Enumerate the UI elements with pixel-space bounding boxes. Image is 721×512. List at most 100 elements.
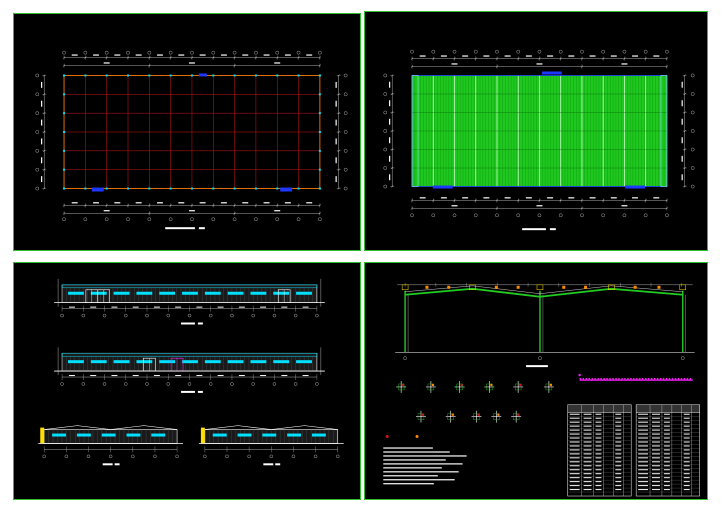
right-gable-elevation-axis-bubble — [313, 454, 318, 459]
material-table-left-cell-text — [595, 429, 602, 431]
plan1-bottom-dim-text — [306, 202, 313, 204]
plan2-top-axis-bubble — [622, 49, 627, 54]
rear-elevation-window-strip — [204, 360, 221, 364]
plan2-left-axis-bubble — [383, 73, 388, 78]
door-marker — [198, 73, 207, 77]
material-table-left-cell-text — [569, 477, 580, 479]
material-table-right-cell-text — [683, 461, 690, 463]
right-gable-elevation-axis-bubble — [247, 454, 251, 459]
front-elevation-window-strip — [273, 291, 290, 295]
material-table-left-cell-text — [595, 489, 602, 491]
rear-elevation-window-strip — [250, 360, 267, 364]
plan2-right-dim-text — [681, 137, 683, 144]
material-table-right-cell-text — [652, 469, 660, 471]
front-elevation-window-strip — [296, 291, 312, 295]
front-elevation-axis-bubble — [230, 313, 234, 318]
left-gable-elevation-axis-bubble — [108, 454, 113, 459]
portal-frame-drawing — [383, 282, 700, 497]
plan1-bottom-axis-bubble — [62, 217, 66, 222]
material-table-right-cell-text — [683, 437, 690, 439]
plan2-bottom-axis-bubble — [516, 213, 521, 218]
material-table-left-cell-text — [595, 457, 602, 459]
material-table-left-cell-text — [615, 421, 622, 423]
plan2-bottom-axis-bubble — [558, 213, 563, 218]
plan2-bottom-dim-text — [653, 197, 660, 199]
column-marker — [254, 74, 257, 77]
left-gable-elevation-window-strip — [101, 433, 116, 437]
plan1-left-dim-text — [41, 100, 43, 107]
plan1-bottom-axis-bubble — [168, 217, 173, 222]
plan1-top-axis-bubble — [232, 50, 237, 55]
rebar-tick — [609, 378, 611, 380]
rebar-tick — [594, 378, 596, 380]
plan1-right-axis-bubble — [343, 130, 348, 134]
rebar-tick — [600, 378, 602, 380]
plan1-top-dim-text — [242, 54, 249, 56]
material-table-right-cell-text — [663, 453, 670, 455]
left-gable-elevation-axis-bubble — [131, 454, 135, 459]
material-table-left-cell-text — [569, 465, 580, 467]
left-gable-elevation-window-strip — [151, 433, 166, 437]
front-elevation-dim-text — [153, 306, 160, 308]
column-marker — [63, 168, 66, 171]
material-table-right-cell-text — [652, 441, 660, 443]
rebar-note-marker — [578, 373, 581, 377]
rear-elevation-dim-text — [175, 375, 182, 377]
plan2-bottom-dim-text — [440, 197, 447, 199]
rear-elevation-window-strip — [227, 360, 244, 364]
material-table-right-cell-text — [652, 481, 660, 483]
material-table-right-cell-text — [683, 441, 690, 443]
material-table-right-cell-text — [638, 441, 649, 443]
sheet-foundation-plan — [13, 13, 361, 251]
material-table-left-cell-text — [569, 425, 580, 427]
rear-elevation-window-strip — [90, 360, 107, 364]
left-gable-elevation-axis-bubble — [153, 454, 157, 459]
plan2-right-axis-bubble — [690, 73, 695, 78]
plan1-bottom-axis-bubble — [190, 217, 194, 222]
material-table-right-cell-text — [638, 413, 649, 415]
rear-elevation-title — [181, 390, 195, 393]
door-marker — [280, 187, 293, 192]
plan1-left-dim-text — [41, 138, 43, 145]
material-table-right-cell-text — [663, 413, 670, 415]
rebar-tick — [579, 378, 582, 380]
material-table-right-cell-text — [652, 417, 660, 419]
rear-elevation-window-strip — [159, 360, 176, 364]
rear-elevation-window-strip — [273, 360, 290, 364]
plan1-bottom-axis-bubble — [296, 217, 301, 222]
left-gable-elevation-window-strip — [126, 433, 141, 437]
material-table-left-cell-text — [569, 417, 580, 419]
material-table-right-cell-text — [638, 425, 649, 427]
rear-elevation-window-strip — [182, 360, 198, 364]
plan2-top-dim-total-text — [536, 63, 543, 65]
rebar-tick — [659, 378, 662, 380]
rear-elevation-dim-text — [90, 375, 97, 377]
front-elevation-dim-text — [111, 306, 118, 308]
rebar-tick — [668, 378, 671, 380]
material-table-right-cell-text — [638, 477, 649, 479]
plan2-left-dim-text — [389, 155, 391, 162]
plan1-top-dim-text — [220, 54, 227, 56]
notes-text-line — [383, 475, 438, 477]
right-gable-elevation-axis-bubble — [291, 454, 296, 459]
material-table-right-cell-text — [663, 433, 670, 435]
plan2-left-axis-bubble — [383, 129, 388, 133]
front-elevation-dim-text — [260, 306, 267, 308]
drawing-title — [522, 228, 546, 231]
plan2-top-axis-bubble — [537, 49, 542, 54]
notes-text-line — [383, 451, 450, 453]
plan2-left-dim-text — [389, 81, 391, 88]
material-table-left-cell-text — [615, 461, 622, 463]
plan2-right-dim-text — [681, 155, 683, 162]
front-elevation-axis-bubble — [315, 313, 319, 318]
plan2-top-dim-total-text — [451, 63, 458, 65]
plan2-right-axis-bubble — [690, 184, 695, 189]
plan2-top-dim-text — [419, 55, 426, 57]
material-table-left-cell-text — [595, 453, 602, 455]
plan1-top-axis-bubble — [126, 50, 130, 55]
plan2-top-dim-text — [547, 55, 554, 57]
material-table-left-cell-text — [595, 437, 602, 439]
plan1-left-axis-bubble — [35, 73, 40, 78]
plan1-top-dim-text — [135, 54, 142, 56]
plan2-bottom-dim-text — [504, 197, 511, 199]
